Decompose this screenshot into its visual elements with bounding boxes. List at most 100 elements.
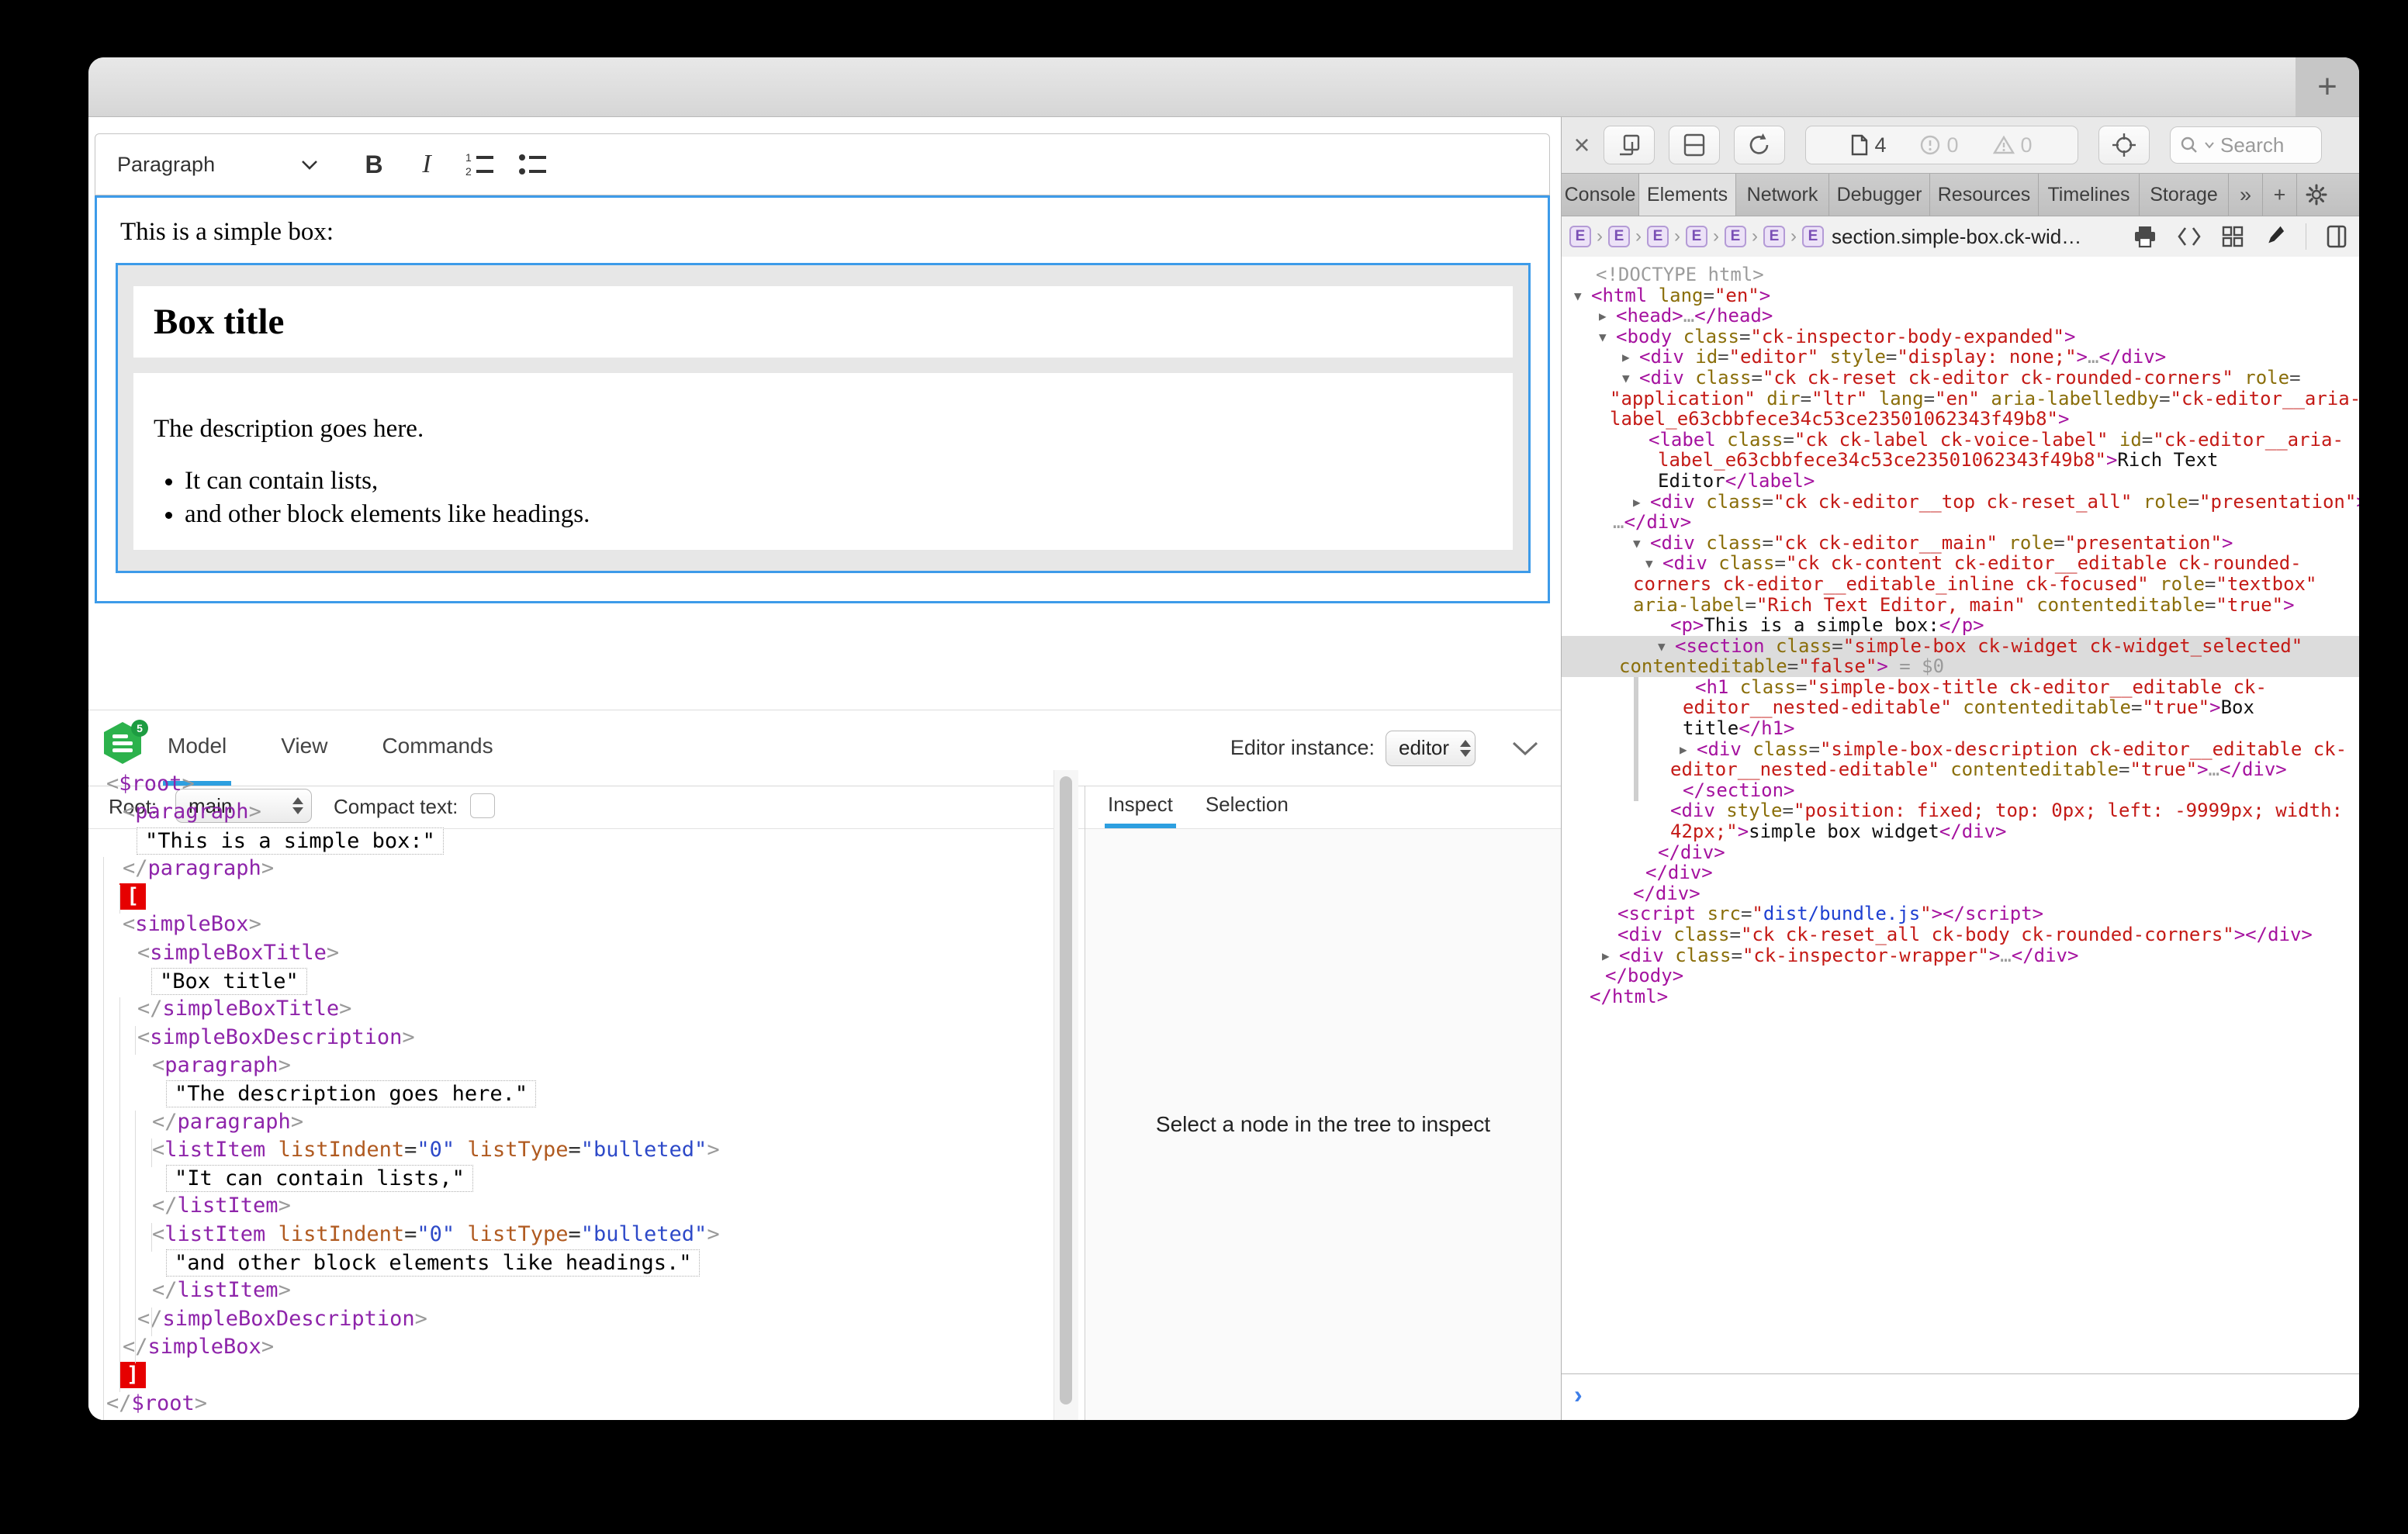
model-tree-line[interactable]: <paragraph> [88,1052,1054,1080]
element-picker-button[interactable] [2098,126,2150,164]
scrollbar-thumb[interactable] [1060,776,1072,1404]
model-tree-line[interactable]: <simpleBoxTitle> [88,939,1054,967]
bulleted-list-button[interactable] [508,140,556,188]
dom-tree-line[interactable]: title</h1> [1562,718,2359,739]
dock-side-button[interactable] [1604,126,1655,164]
model-tree-line[interactable]: <paragraph> [88,798,1054,826]
list-item[interactable]: and other block elements like headings. [185,500,1513,529]
dom-tree-line[interactable]: label_e63cbbfece34c53ce23501062343f49b8"… [1562,450,2359,471]
model-tree-line[interactable]: <listItem listIndent="0" listType="bulle… [88,1136,1054,1164]
bold-button[interactable]: B [350,140,398,188]
dom-tree-line[interactable]: </html> [1562,986,2359,1007]
numbered-list-button[interactable]: 12 [455,140,503,188]
dom-tree-line[interactable]: editor__nested-editable" contenteditable… [1562,759,2359,780]
dom-tree-line[interactable]: ▶<div class="simple-box-description ck-e… [1562,739,2359,760]
breadcrumb-element-badge[interactable]: E [1569,226,1591,247]
breadcrumb-element-badge[interactable]: E [1763,226,1785,247]
devtools-settings-button[interactable] [2297,174,2336,216]
list-item[interactable]: It can contain lists, [185,467,1513,496]
print-styles-icon[interactable] [2133,225,2157,248]
model-tree-line[interactable]: [ [88,883,1054,910]
editor-instance-select[interactable]: editor [1386,731,1476,766]
dom-tree-line[interactable]: ▼<div class="ck ck-content ck-editor__ed… [1562,553,2359,574]
dom-tree-line[interactable]: Editor</label> [1562,471,2359,492]
simple-box-title[interactable]: Box title [133,286,1513,358]
search-input[interactable]: Search [2170,126,2322,164]
devtools-tab-resources[interactable]: Resources [1930,174,2039,216]
model-tree-line[interactable]: "Box title" [88,967,1054,995]
heading-dropdown[interactable]: Paragraph [117,153,319,177]
reload-page-button[interactable] [1734,126,1785,164]
styles-brush-icon[interactable] [2264,225,2285,248]
model-tree-line[interactable]: "The description goes here." [88,1080,1054,1107]
dom-tree-line[interactable]: ▼<body class="ck-inspector-body-expanded… [1562,326,2359,347]
details-sidebar-icon[interactable] [2327,225,2347,248]
dom-tree-line[interactable]: </body> [1562,966,2359,986]
dom-tree-line[interactable]: <script src="dist/bundle.js"></script> [1562,903,2359,924]
dom-tree-line[interactable]: </div> [1562,883,2359,904]
tab-overflow-button[interactable]: » [2229,174,2263,216]
dom-tree-line[interactable]: editor__nested-editable" contenteditable… [1562,697,2359,718]
quick-console[interactable]: › [1562,1373,2359,1420]
breadcrumb-element-badge[interactable]: E [1686,226,1707,247]
split-console-button[interactable] [1669,126,1720,164]
model-tree-line[interactable]: "It can contain lists," [88,1164,1054,1192]
breadcrumb-element-badge[interactable]: E [1725,226,1746,247]
dom-tree-line[interactable]: ▶<div class="ck-inspector-wrapper">…</di… [1562,945,2359,966]
model-tree-line[interactable]: </$root> [88,1390,1054,1418]
layout-grid-icon[interactable] [2222,226,2244,247]
dom-tree-line[interactable]: ▼<section class="simple-box ck-widget ck… [1562,636,2359,657]
dom-tree-line[interactable]: <!DOCTYPE html> [1562,264,2359,285]
model-tree-line[interactable]: <simpleBox> [88,910,1054,938]
new-tab-button[interactable]: + [2296,57,2359,116]
editor-editable-area[interactable]: This is a simple box: Box title The desc… [95,195,1550,603]
source-code-icon[interactable] [2177,226,2202,247]
devtools-tab-console[interactable]: Console [1562,174,1639,216]
dom-tree-line[interactable]: ▼<div class="ck ck-editor__main" role="p… [1562,533,2359,554]
dom-tree-line[interactable]: ▼<html lang="en"> [1562,285,2359,306]
dom-tree-line[interactable]: </div> [1562,842,2359,863]
dom-tree-line[interactable]: corners ck-editor__editable_inline ck-fo… [1562,574,2359,595]
dom-tree-line[interactable]: </div> [1562,862,2359,883]
model-tree-line[interactable]: <$root> [88,770,1054,798]
side-tab-selection[interactable]: Selection [1202,786,1292,828]
devtools-tab-network[interactable]: Network [1736,174,1829,216]
model-tree-line[interactable]: <simpleBoxDescription> [88,1024,1054,1052]
devtools-tab-storage[interactable]: Storage [2140,174,2229,216]
dom-tree-line[interactable]: <div class="ck ck-reset_all ck-body ck-r… [1562,924,2359,945]
breadcrumb-element-badge[interactable]: E [1608,226,1630,247]
dom-tree-line[interactable]: "application" dir="ltr" lang="en" aria-l… [1562,389,2359,409]
model-tree-line[interactable]: "and other block elements like headings.… [88,1249,1054,1277]
devtools-tab-debugger[interactable]: Debugger [1829,174,1930,216]
description-paragraph[interactable]: The description goes here. [154,415,1513,444]
dom-tree-line[interactable]: 42px;">simple box widget</div> [1562,821,2359,842]
dom-tree-line[interactable]: <div style="position: fixed; top: 0px; l… [1562,800,2359,821]
model-tree-line[interactable]: </paragraph> [88,1108,1054,1136]
dom-tree-line[interactable]: <h1 class="simple-box-title ck-editor__e… [1562,677,2359,698]
dom-tree-line[interactable]: ▶<div id="editor" style="display: none;"… [1562,347,2359,368]
issues-summary[interactable]: 4 0 0 [1805,126,2078,164]
dom-tree-line[interactable]: <label class="ck ck-label ck-voice-label… [1562,430,2359,451]
dom-tree-line[interactable]: ▶<div class="ck ck-editor__top ck-reset_… [1562,492,2359,513]
box-title-heading[interactable]: Box title [154,301,284,343]
breadcrumb-current-element[interactable]: Esection.simple-box.ck-wid… [1802,225,2081,249]
dom-tree-line[interactable]: label_e63cbbfece34c53ce23501062343f49b8"… [1562,409,2359,430]
dom-tree-line[interactable]: contenteditable="false"> = $0 [1562,656,2359,677]
dom-tree-line[interactable]: ▶<head>…</head> [1562,306,2359,326]
model-tree-line[interactable]: </listItem> [88,1277,1054,1304]
dom-tree-line[interactable]: <p>This is a simple box:</p> [1562,615,2359,636]
model-tree-line[interactable]: ] [88,1361,1054,1389]
devtools-tab-elements[interactable]: Elements [1639,174,1736,216]
model-tree-line[interactable]: </simpleBoxDescription> [88,1305,1054,1333]
simple-box-widget[interactable]: Box title The description goes here. It … [116,263,1531,573]
close-devtools-button[interactable]: × [1566,129,1597,161]
side-tab-inspect[interactable]: Inspect [1105,786,1176,828]
collapse-inspector-button[interactable] [1511,740,1539,757]
italic-button[interactable]: I [403,140,451,188]
model-tree-line[interactable]: </simpleBoxTitle> [88,995,1054,1023]
dom-tree-line[interactable]: …</div> [1562,512,2359,533]
add-tab-button[interactable]: + [2263,174,2297,216]
model-tree-line[interactable]: </paragraph> [88,855,1054,883]
editor-paragraph[interactable]: This is a simple box: [120,218,334,247]
devtools-tab-timelines[interactable]: Timelines [2039,174,2140,216]
